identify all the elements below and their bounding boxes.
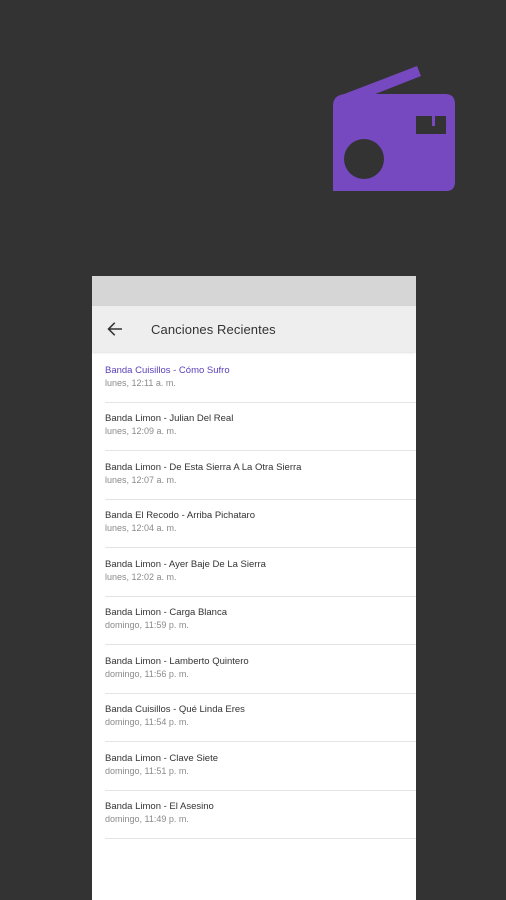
song-time: domingo, 11:54 p. m.: [105, 717, 189, 728]
list-item[interactable]: Banda Limon - Julian Del Real lunes, 12:…: [105, 403, 416, 451]
arrow-back-icon: [107, 322, 122, 336]
list-item[interactable]: Banda Limon - El Asesino domingo, 11:49 …: [105, 791, 416, 839]
song-title: Banda Limon - Lamberto Quintero: [105, 655, 249, 667]
song-time: domingo, 11:51 p. m.: [105, 765, 189, 776]
back-button[interactable]: [92, 306, 138, 352]
radio-icon: [333, 66, 455, 191]
list-item[interactable]: Banda Limon - Lamberto Quintero domingo,…: [105, 645, 416, 694]
phone-screen: Canciones Recientes Banda Cuisillos - Có…: [92, 276, 416, 900]
song-title: Banda Limon - El Asesino: [105, 801, 214, 813]
song-time: domingo, 11:56 p. m.: [105, 668, 189, 679]
song-title: Banda Limon - Clave Siete: [105, 752, 219, 764]
song-time: domingo, 11:49 p. m.: [105, 814, 189, 825]
list-item[interactable]: Banda Limon - Ayer Baje De La Sierra lun…: [105, 548, 416, 597]
song-time: domingo, 11:59 p. m.: [105, 620, 189, 631]
song-title: Banda El Recodo - Arriba Pichataro: [105, 510, 255, 522]
recent-songs-list: Banda Cuisillos - Cómo Sufro lunes, 12:1…: [92, 352, 416, 839]
song-title: Banda Cuisillos - Cómo Sufro: [105, 364, 230, 376]
song-time: lunes, 12:02 a. m.: [105, 571, 177, 582]
song-title: Banda Limon - De Esta Sierra A La Otra S…: [105, 461, 302, 473]
status-bar: [92, 276, 416, 306]
list-item[interactable]: Banda El Recodo - Arriba Pichataro lunes…: [105, 500, 416, 548]
song-time: lunes, 12:09 a. m.: [105, 426, 177, 437]
song-title: Banda Limon - Julian Del Real: [105, 413, 234, 425]
song-time: lunes, 12:04 a. m.: [105, 523, 177, 534]
list-item[interactable]: Banda Limon - Carga Blanca domingo, 11:5…: [105, 597, 416, 645]
song-time: lunes, 12:07 a. m.: [105, 474, 177, 485]
song-title: Banda Limon - Ayer Baje De La Sierra: [105, 558, 266, 570]
list-item[interactable]: Banda Cuisillos - Cómo Sufro lunes, 12:1…: [105, 354, 416, 403]
song-time: lunes, 12:11 a. m.: [105, 377, 176, 388]
list-item[interactable]: Banda Limon - De Esta Sierra A La Otra S…: [105, 451, 416, 500]
app-bar: Canciones Recientes: [92, 306, 416, 352]
list-item[interactable]: Banda Limon - Clave Siete domingo, 11:51…: [105, 742, 416, 791]
page-title: Canciones Recientes: [151, 321, 276, 337]
song-title: Banda Limon - Carga Blanca: [105, 607, 227, 619]
song-title: Banda Cuisillos - Qué Linda Eres: [105, 704, 245, 716]
list-item[interactable]: Banda Cuisillos - Qué Linda Eres domingo…: [105, 694, 416, 742]
